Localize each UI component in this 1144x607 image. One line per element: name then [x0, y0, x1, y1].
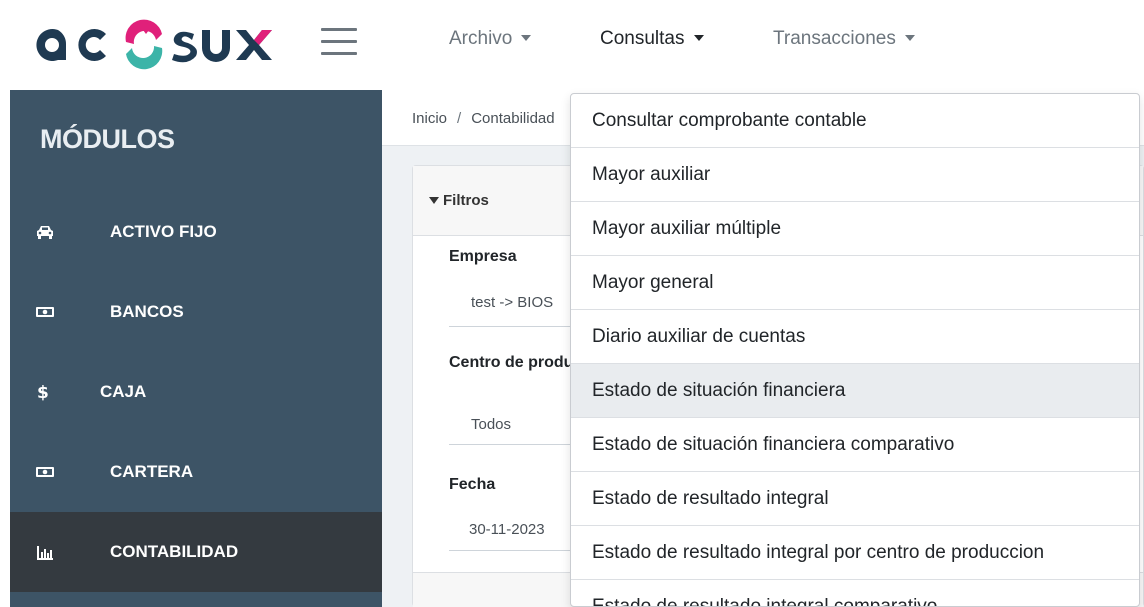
- menu-item-consultar-comprobante[interactable]: Consultar comprobante contable: [571, 94, 1139, 148]
- caret-down-icon: [904, 35, 915, 41]
- fecha-input[interactable]: 30-11-2023: [469, 521, 545, 538]
- breadcrumb-home-link[interactable]: Inicio: [412, 110, 447, 127]
- car-icon: [37, 226, 53, 239]
- nav-transacciones[interactable]: Transacciones: [773, 28, 915, 50]
- top-navbar: Archivo Consultas Transacciones: [0, 0, 1144, 90]
- sidebar-item-caja[interactable]: $ CAJA: [10, 352, 382, 432]
- menu-item-estado-resultado-integral[interactable]: Estado de resultado integral: [571, 472, 1139, 526]
- menu-item-resultado-comparativo[interactable]: Estado de resultado integral comparativo: [571, 580, 1139, 606]
- centro-produccion-select[interactable]: Todos: [471, 416, 511, 433]
- breadcrumb: Inicio / Contabilidad: [412, 110, 555, 127]
- dollar-icon: $: [37, 383, 49, 402]
- menu-item-estado-situacion-financiera[interactable]: Estado de situación financiera: [571, 364, 1139, 418]
- sidebar-item-bancos[interactable]: BANCOS: [10, 272, 382, 352]
- menu-item-mayor-auxiliar-multiple[interactable]: Mayor auxiliar múltiple: [571, 202, 1139, 256]
- sidebar-title: MÓDULOS: [40, 124, 175, 154]
- caret-down-icon: [521, 35, 532, 41]
- caret-down-icon: [693, 35, 704, 41]
- menu-item-resultado-por-centro[interactable]: Estado de resultado integral por centro …: [571, 526, 1139, 580]
- filters-title: Filtros: [429, 192, 489, 209]
- nav-archivo[interactable]: Archivo: [449, 28, 532, 50]
- money-bill-icon: [36, 307, 54, 317]
- sidebar-item-cartera[interactable]: CARTERA: [10, 432, 382, 512]
- money-bill-icon: [36, 467, 54, 477]
- sidebar-item-activo-fijo[interactable]: ACTIVO FIJO: [10, 192, 382, 272]
- bar-chart-icon: [37, 546, 53, 560]
- menu-item-mayor-auxiliar[interactable]: Mayor auxiliar: [571, 148, 1139, 202]
- menu-item-mayor-general[interactable]: Mayor general: [571, 256, 1139, 310]
- menu-item-diario-auxiliar[interactable]: Diario auxiliar de cuentas: [571, 310, 1139, 364]
- menu-item-estado-situacion-comparativo[interactable]: Estado de situación financiera comparati…: [571, 418, 1139, 472]
- svg-text:$: $: [37, 383, 49, 402]
- menu-toggle-button[interactable]: [318, 25, 360, 59]
- filter-icon: [429, 197, 439, 204]
- consultas-dropdown-menu: Consultar comprobante contable Mayor aux…: [570, 93, 1140, 607]
- fecha-label: Fecha: [449, 476, 496, 493]
- hamburger-icon: [321, 28, 357, 31]
- nav-consultas[interactable]: Consultas: [600, 28, 704, 50]
- sidebar: MÓDULOS ACTIVO FIJO BANCOS $ CAJA CARTER…: [10, 90, 382, 607]
- sidebar-item-contabilidad[interactable]: CONTABILIDAD: [10, 512, 382, 592]
- empresa-label: Empresa: [449, 248, 517, 265]
- breadcrumb-current: Contabilidad: [471, 110, 555, 127]
- acosux-logo[interactable]: [28, 12, 288, 74]
- empresa-select[interactable]: test -> BIOS: [471, 294, 553, 311]
